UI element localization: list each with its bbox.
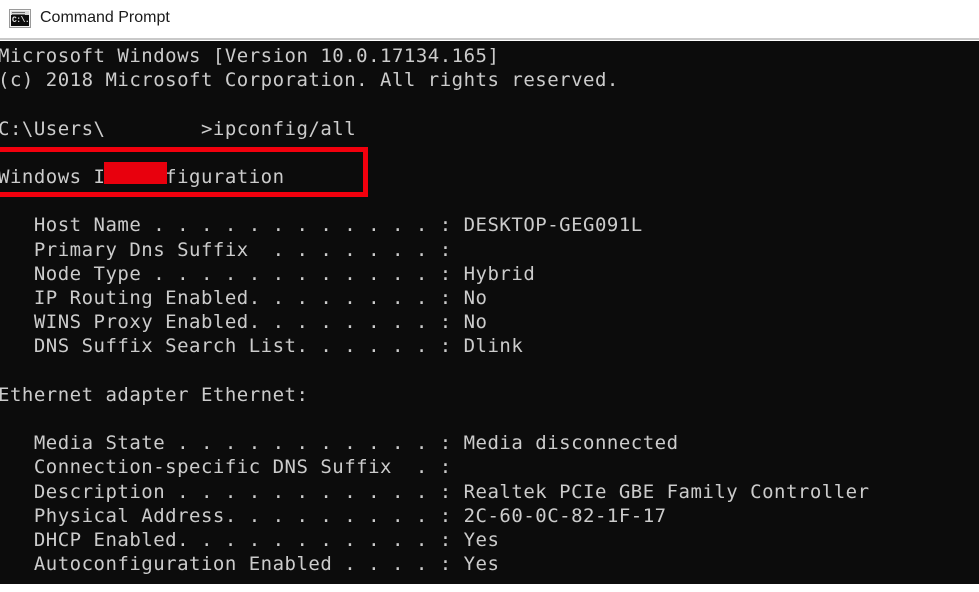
- username-redaction-block: [104, 162, 167, 184]
- titlebar-divider: [0, 38, 979, 40]
- console-text: Microsoft Windows [Version 10.0.17134.16…: [0, 44, 870, 576]
- cmd-icon-window: C:\.: [11, 11, 29, 26]
- window-title-label: Command Prompt: [40, 7, 170, 29]
- page-bottom-margin: [0, 584, 979, 592]
- console-output-area[interactable]: Microsoft Windows [Version 10.0.17134.16…: [0, 41, 979, 584]
- cmd-icon-titlebar: [11, 11, 29, 15]
- cmd-icon-prompt-glyph: C:\.: [12, 16, 29, 25]
- window-title-bar: C:\. Command Prompt: [0, 0, 979, 36]
- cmd-prompt-icon: C:\.: [9, 9, 31, 28]
